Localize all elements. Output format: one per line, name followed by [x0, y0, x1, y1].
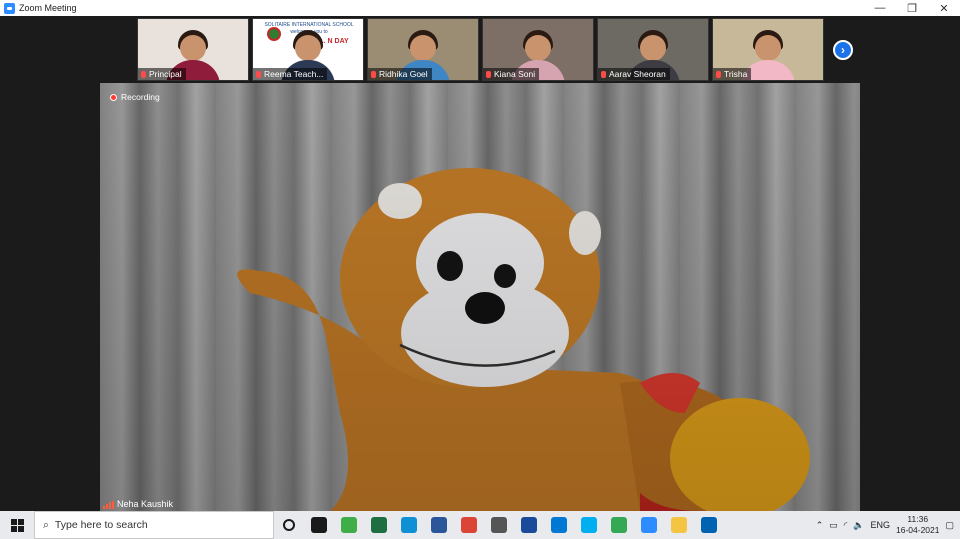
- chrome-taskbar-button[interactable]: [454, 511, 484, 539]
- participant-name: Kiana Soni: [494, 69, 536, 79]
- participant-tile[interactable]: Ridhika Goel: [367, 18, 479, 81]
- battery-icon[interactable]: ▭: [829, 520, 838, 531]
- taskbar-search-box[interactable]: ⌕ Type here to search: [34, 511, 274, 539]
- meeting-stage: Principal SOLITAIRE INTERNATIONAL SCHOOLw…: [0, 16, 960, 511]
- school-logo-icon: [267, 27, 281, 41]
- wifi-icon[interactable]: ◜: [844, 520, 848, 531]
- active-speaker-video[interactable]: Recording Neha Kaushik: [100, 83, 860, 511]
- muted-mic-icon: [256, 70, 261, 78]
- taskbar-apps: [274, 511, 724, 539]
- participant-name: Principal: [149, 69, 182, 79]
- recording-label: Recording: [121, 92, 160, 102]
- speaker-name-tag: Neha Kaushik: [100, 497, 176, 511]
- participant-name-tag: Aarav Sheoran: [598, 68, 670, 80]
- skype-icon: [581, 517, 597, 533]
- excel-taskbar-button[interactable]: [364, 511, 394, 539]
- task-view-icon: [311, 517, 327, 533]
- tray-overflow-icon[interactable]: ⌃: [816, 520, 824, 531]
- skype-taskbar-button[interactable]: [574, 511, 604, 539]
- search-placeholder: Type here to search: [54, 519, 148, 531]
- participant-tile[interactable]: Aarav Sheoran: [597, 18, 709, 81]
- muted-mic-icon: [716, 70, 721, 78]
- participant-tile[interactable]: SOLITAIRE INTERNATIONAL SCHOOLwelcomes y…: [252, 18, 364, 81]
- participant-strip: Principal SOLITAIRE INTERNATIONAL SCHOOLw…: [137, 18, 824, 81]
- participant-face: [755, 35, 781, 61]
- participant-name: Reema Teach...: [264, 69, 324, 79]
- muted-mic-icon: [486, 70, 491, 78]
- media-player-taskbar-button[interactable]: [694, 511, 724, 539]
- participant-name-tag: Kiana Soni: [483, 68, 540, 80]
- language-indicator[interactable]: ENG: [870, 520, 890, 530]
- participant-tile[interactable]: Principal: [137, 18, 249, 81]
- participant-name-tag: Principal: [138, 68, 186, 80]
- word-icon: [431, 517, 447, 533]
- signal-strength-icon: [103, 501, 114, 509]
- file-explorer-icon: [671, 517, 687, 533]
- video-shading: [100, 83, 860, 511]
- next-page-button[interactable]: ›: [833, 40, 853, 60]
- recording-icon: [110, 93, 117, 101]
- word-taskbar-button[interactable]: [424, 511, 454, 539]
- file-explorer-taskbar-button[interactable]: [664, 511, 694, 539]
- participant-face: [295, 35, 321, 61]
- participant-face: [640, 35, 666, 61]
- start-button[interactable]: [0, 511, 34, 539]
- cortana-icon: [283, 519, 295, 531]
- photos-icon: [521, 517, 537, 533]
- media-player-icon: [701, 517, 717, 533]
- chrome-icon: [461, 517, 477, 533]
- participant-tile[interactable]: Kiana Soni: [482, 18, 594, 81]
- muted-mic-icon: [371, 70, 376, 78]
- participant-name-tag: Ridhika Goel: [368, 68, 432, 80]
- taskbar-clock[interactable]: 11:36 16-04-2021: [896, 514, 939, 536]
- participant-name-tag: Reema Teach...: [253, 68, 328, 80]
- clock-time: 11:36: [907, 514, 929, 524]
- edge-taskbar-button[interactable]: [394, 511, 424, 539]
- zoom-taskbar-button[interactable]: [634, 511, 664, 539]
- chrome-icon: [611, 517, 627, 533]
- participant-face: [525, 35, 551, 61]
- participant-name-tag: Trisha: [713, 68, 752, 80]
- mail-taskbar-button[interactable]: [544, 511, 574, 539]
- speaker-name: Neha Kaushik: [117, 499, 174, 509]
- notifications-icon[interactable]: ▢: [945, 520, 954, 531]
- window-title: Zoom Meeting: [19, 3, 77, 13]
- chevron-right-icon: ›: [841, 43, 845, 57]
- store-taskbar-button[interactable]: [484, 511, 514, 539]
- restore-button[interactable]: ❐: [896, 0, 928, 16]
- window-controls: — ❐ ✕: [864, 0, 960, 16]
- clock-date: 16-04-2021: [896, 525, 940, 535]
- minimize-button[interactable]: —: [864, 0, 896, 16]
- zoom-icon: [641, 517, 657, 533]
- close-button[interactable]: ✕: [928, 0, 960, 16]
- muted-mic-icon: [601, 70, 606, 78]
- search-icon: ⌕: [43, 518, 49, 531]
- n-app-icon: [341, 517, 357, 533]
- participant-tile[interactable]: Trisha: [712, 18, 824, 81]
- participant-face: [180, 35, 206, 61]
- volume-icon[interactable]: 🔈: [853, 520, 864, 531]
- participant-name: Aarav Sheoran: [609, 69, 666, 79]
- chrome-taskbar-button[interactable]: [604, 511, 634, 539]
- excel-icon: [371, 517, 387, 533]
- window-titlebar: Zoom Meeting — ❐ ✕: [0, 0, 960, 16]
- windows-logo-icon: [10, 518, 24, 532]
- system-tray: ⌃ ▭ ◜ 🔈 ENG 11:36 16-04-2021 ▢: [816, 514, 960, 536]
- edge-icon: [401, 517, 417, 533]
- muted-mic-icon: [141, 70, 146, 78]
- store-icon: [491, 517, 507, 533]
- zoom-logo-icon: [4, 2, 15, 14]
- cortana-taskbar-button[interactable]: [274, 511, 304, 539]
- n-app-taskbar-button[interactable]: [334, 511, 364, 539]
- windows-taskbar: ⌕ Type here to search ⌃ ▭ ◜ 🔈 ENG 11:36 …: [0, 511, 960, 539]
- mail-icon: [551, 517, 567, 533]
- photos-taskbar-button[interactable]: [514, 511, 544, 539]
- task-view-taskbar-button[interactable]: [304, 511, 334, 539]
- participant-name: Trisha: [724, 69, 748, 79]
- participant-face: [410, 35, 436, 61]
- participant-name: Ridhika Goel: [379, 69, 428, 79]
- recording-indicator: Recording: [110, 92, 160, 102]
